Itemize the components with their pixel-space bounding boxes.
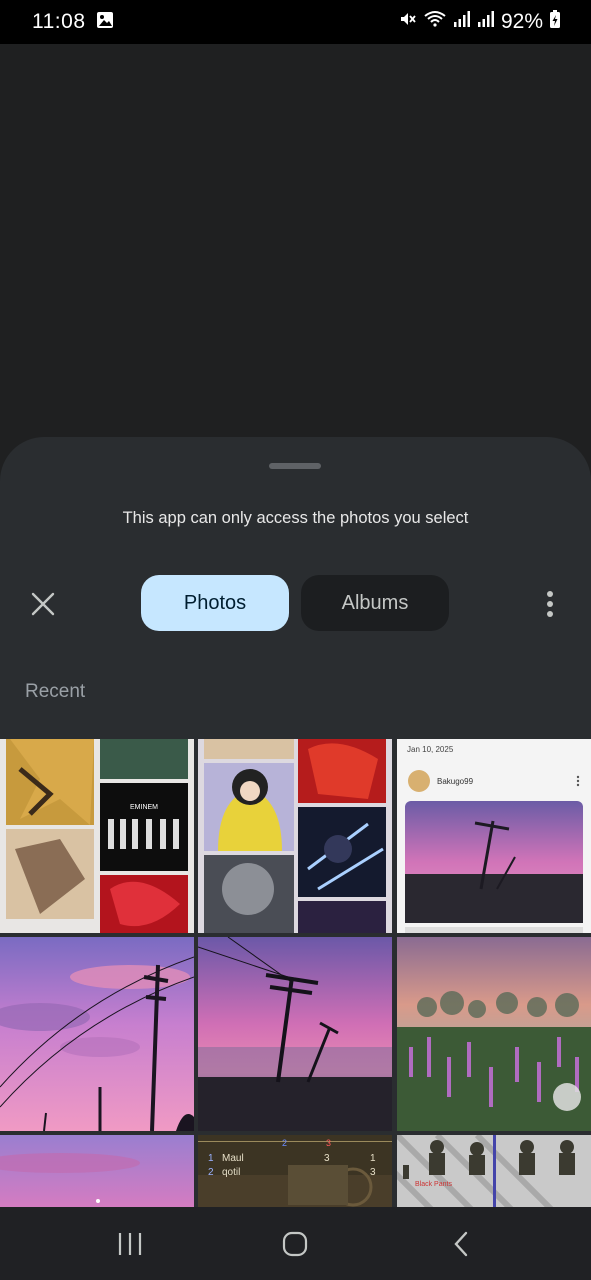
thumb-text-rank-1: 1 xyxy=(208,1153,214,1164)
status-bar: 11:08 92% xyxy=(0,0,591,44)
battery-percent: 92% xyxy=(500,10,543,33)
signal-icon xyxy=(453,10,471,34)
thumb-soldiers[interactable]: Black Pants xyxy=(397,1135,591,1207)
thumb-text-player-2: qotil xyxy=(222,1167,240,1178)
recents-icon xyxy=(118,1233,142,1255)
thumb-pink-sky[interactable] xyxy=(0,1135,194,1207)
close-button[interactable] xyxy=(26,587,60,621)
signal-icon xyxy=(477,10,495,34)
photo-grid: EMINEM Jan 10, 2025 Bakugo99 2 3 1 Maul … xyxy=(0,739,591,1207)
status-time: 11:08 xyxy=(32,10,86,33)
back-button[interactable] xyxy=(441,1227,481,1261)
thumb-text-soldier-label: Black Pants xyxy=(415,1181,452,1188)
more-options-button[interactable] xyxy=(536,587,564,621)
home-button[interactable] xyxy=(275,1227,315,1261)
thumb-text-date: Jan 10, 2025 xyxy=(407,745,454,754)
thumb-tilted-pole[interactable] xyxy=(198,937,392,1131)
thumb-text-deaths-1: 1 xyxy=(370,1153,376,1164)
home-icon xyxy=(282,1231,308,1257)
thumb-game-scoreboard[interactable]: 2 3 1 Maul 2 qotil 3 1 1 3 xyxy=(198,1135,392,1207)
photo-picker-sheet: This app can only access the photos you … xyxy=(0,437,591,1207)
recents-button[interactable] xyxy=(110,1227,150,1261)
thumb-text-eminem: EMINEM xyxy=(130,804,158,811)
thumb-text-score-team-b: 3 xyxy=(326,1138,331,1148)
close-icon xyxy=(31,592,55,616)
access-notice: This app can only access the photos you … xyxy=(122,509,469,527)
thumb-powerlines-sky[interactable] xyxy=(0,937,194,1131)
tab-photos[interactable]: Photos xyxy=(141,575,289,631)
thumb-post-screenshot[interactable]: Jan 10, 2025 Bakugo99 xyxy=(397,739,591,933)
thumb-text-deaths-2: 3 xyxy=(370,1167,376,1178)
wifi-icon xyxy=(423,10,447,34)
thumb-text-score-team-a: 2 xyxy=(282,1138,287,1148)
thumb-flower-field[interactable] xyxy=(397,937,591,1131)
back-icon xyxy=(454,1231,468,1257)
system-navigation-bar xyxy=(0,1207,591,1280)
more-vert-icon xyxy=(547,591,553,617)
thumb-text-kills-1: 3 xyxy=(324,1153,330,1164)
gallery-notification-icon xyxy=(96,11,114,34)
thumb-text-player-1: Maul xyxy=(222,1153,244,1164)
drag-handle[interactable] xyxy=(269,463,321,469)
battery-charging-icon xyxy=(549,9,561,35)
thumb-anime-collage-2[interactable] xyxy=(198,739,392,933)
mute-icon xyxy=(399,10,417,34)
tab-albums[interactable]: Albums xyxy=(301,575,449,631)
section-label-recent: Recent xyxy=(25,681,86,702)
thumb-anime-collage-1[interactable]: EMINEM xyxy=(0,739,194,933)
thumb-text-rank-2: 2 xyxy=(208,1167,214,1178)
thumb-text-username: Bakugo99 xyxy=(437,777,474,786)
